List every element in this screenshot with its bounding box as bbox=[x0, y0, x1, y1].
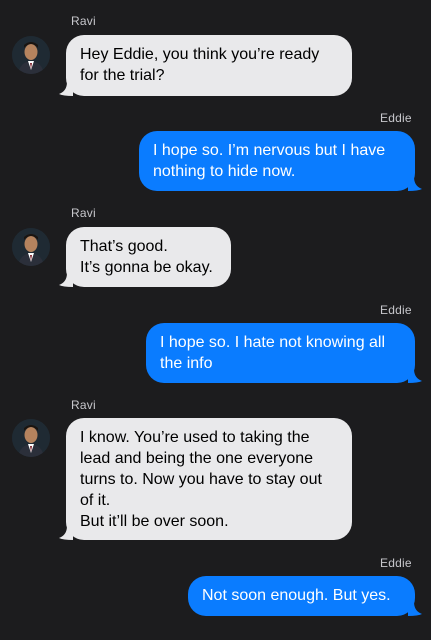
message-bubble-incoming[interactable]: I know. You’re used to taking the lead a… bbox=[66, 418, 352, 540]
sender-name: Eddie bbox=[380, 556, 412, 570]
bubble-tail-icon bbox=[59, 273, 73, 287]
sender-name: Ravi bbox=[71, 398, 96, 412]
avatar-icon[interactable] bbox=[12, 36, 50, 74]
message-bubble-incoming[interactable]: That’s good. It’s gonna be okay. bbox=[66, 227, 231, 287]
avatar-icon[interactable] bbox=[12, 228, 50, 266]
sender-name: Ravi bbox=[71, 206, 96, 220]
message-bubble-incoming[interactable]: Hey Eddie, you think you’re ready for th… bbox=[66, 35, 352, 96]
avatar-icon[interactable] bbox=[12, 419, 50, 457]
bubble-tail-icon bbox=[408, 602, 422, 616]
bubble-tail-icon bbox=[408, 177, 422, 191]
sender-name: Eddie bbox=[380, 111, 412, 125]
message-bubble-outgoing[interactable]: I hope so. I hate not knowing all the in… bbox=[146, 323, 415, 383]
bubble-tail-icon bbox=[408, 369, 422, 383]
bubble-tail-icon bbox=[59, 526, 73, 540]
sender-name: Eddie bbox=[380, 303, 412, 317]
message-bubble-outgoing[interactable]: Not soon enough. But yes. bbox=[188, 576, 415, 616]
chat-thread: Ravi Hey Eddie, you think you’re ready f… bbox=[0, 0, 431, 640]
message-bubble-outgoing[interactable]: I hope so. I’m nervous but I have nothin… bbox=[139, 131, 415, 191]
bubble-tail-icon bbox=[59, 82, 73, 96]
sender-name: Ravi bbox=[71, 14, 96, 28]
